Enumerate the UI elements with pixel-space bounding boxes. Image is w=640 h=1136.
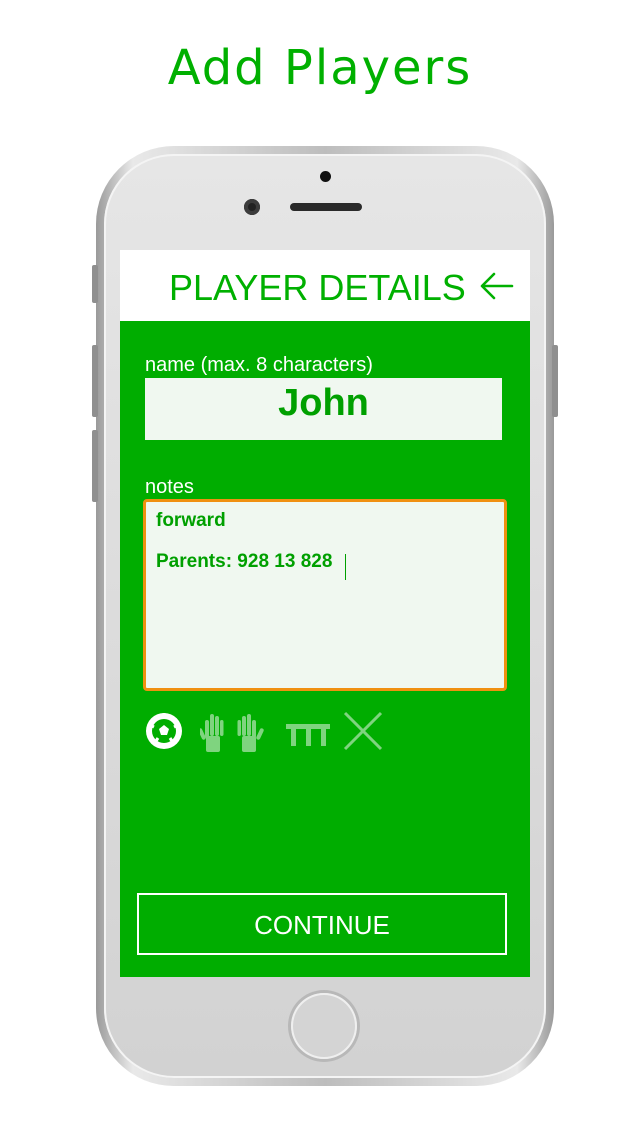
earpiece-speaker [290,203,362,211]
top-bar: PLAYER DETAILS [120,250,530,321]
volume-up-button [92,345,98,417]
app-screen: PLAYER DETAILS name (max. 8 characters) … [120,250,530,977]
text-cursor [345,554,346,580]
front-camera [244,199,260,215]
close-icon[interactable] [342,710,384,752]
notes-field[interactable]: forward Parents: 928 13 828 [143,499,507,691]
continue-button[interactable]: CONTINUE [137,893,507,955]
home-button [291,993,357,1059]
arrow-left-icon[interactable] [480,272,514,300]
notes-line-1: forward [156,510,226,531]
page-title: PLAYER DETAILS [169,267,466,308]
power-button [552,345,558,417]
goalkeeper-gloves-icon[interactable] [200,710,268,754]
soccer-ball-icon[interactable] [143,710,185,752]
notes-label: notes [145,476,194,498]
name-label: name (max. 8 characters) [145,354,373,376]
name-field[interactable]: John [145,378,502,440]
volume-down-button [92,430,98,502]
page-headline: Add Players [167,40,473,96]
bench-icon[interactable] [284,710,332,754]
notes-line-2: Parents: 928 13 828 [156,551,333,572]
proximity-sensor [320,171,331,182]
mute-switch [92,265,98,303]
